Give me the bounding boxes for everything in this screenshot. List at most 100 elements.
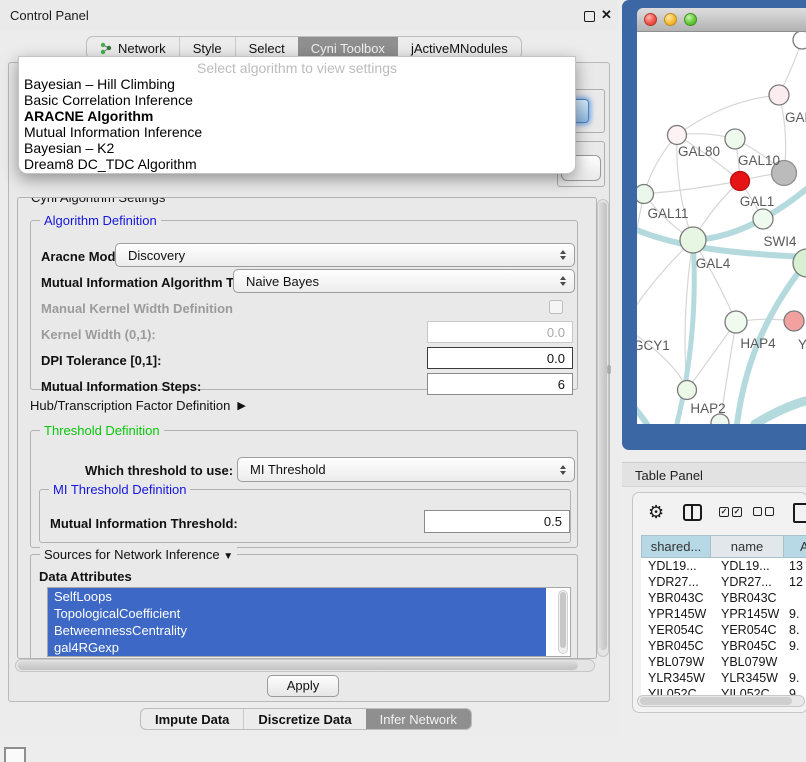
sources-group-title: Sources for Network Inference ▼	[40, 547, 237, 562]
column-header-name[interactable]: name	[711, 535, 784, 558]
dropdown-item[interactable]: Bayesian – Hill Climbing	[19, 76, 575, 92]
close-icon[interactable]: ✕	[601, 7, 612, 23]
control-panel-title: Control Panel	[10, 8, 89, 23]
network-node-selected-red[interactable]	[731, 172, 750, 191]
float-window-icon[interactable]	[584, 11, 595, 22]
gear-icon[interactable]: ⚙	[648, 502, 664, 523]
algorithm-definition-group: Algorithm Definition Aracne Mode: Discov…	[30, 220, 578, 390]
network-node-salmon[interactable]	[784, 311, 804, 331]
table-row[interactable]: YPR145WYPR145W9.	[641, 606, 806, 622]
manual-kernel-checkbox[interactable]	[549, 300, 563, 314]
column-header-shared-name[interactable]: shared...	[641, 535, 711, 558]
dpi-tolerance-field[interactable]: 0.0	[427, 347, 573, 369]
network-nodes	[637, 32, 806, 424]
tab-impute-data[interactable]: Impute Data	[141, 709, 243, 729]
network-graph: GAL80 GAL10 GAL1 GAL11 GAL4 SWI4 GCY1 HA…	[637, 32, 806, 424]
minimize-traffic-light-icon[interactable]	[664, 13, 677, 26]
dropdown-item-selected[interactable]: ARACNE Algorithm	[19, 108, 575, 124]
zoom-traffic-light-icon[interactable]	[684, 13, 697, 26]
mi-steps-field[interactable]: 6	[427, 373, 573, 395]
dropdown-item[interactable]: Mutual Information Inference	[19, 124, 575, 140]
aracne-mode-select[interactable]: Discovery	[115, 243, 575, 267]
sources-title-text: Sources for Network Inference	[44, 547, 220, 562]
split-pane-handle[interactable]	[607, 365, 611, 374]
cell-shared-name: YLR345W	[641, 670, 711, 686]
network-thick-edges	[637, 187, 806, 424]
kernel-width-field[interactable]: 0.0	[427, 321, 573, 343]
tab-infer-network[interactable]: Infer Network	[366, 709, 471, 729]
close-traffic-light-icon[interactable]	[644, 13, 657, 26]
mi-type-select[interactable]: Naive Bayes	[233, 269, 575, 293]
cell-shared-name: YDL19...	[641, 558, 711, 574]
which-threshold-select[interactable]: MI Threshold	[237, 457, 575, 482]
column-header-partial[interactable]: A	[784, 535, 806, 558]
network-node[interactable]	[793, 32, 806, 49]
table-row[interactable]: YBR045CYBR045C9.	[641, 638, 806, 654]
control-panel-window: Control Panel ✕ Network Style Select Cyn…	[0, 0, 618, 736]
deselect-all-columns-icon[interactable]	[753, 507, 774, 516]
checked-box-icon: ✓	[719, 507, 729, 517]
data-attributes-list[interactable]: SelfLoops TopologicalCoefficient Between…	[47, 587, 571, 657]
table-horizontal-scrollbar[interactable]	[637, 695, 805, 707]
mi-threshold-group: MI Threshold Definition Mutual Informati…	[39, 489, 571, 543]
table-row[interactable]: YDR27...YDR27...12	[641, 574, 806, 590]
mi-threshold-group-title: MI Threshold Definition	[49, 482, 190, 497]
list-item[interactable]: gal4RGexp	[48, 639, 546, 656]
cell-name: YPR145W	[711, 606, 784, 622]
dropdown-item[interactable]: Bayesian – K2	[19, 140, 575, 156]
aracne-mode-value: Discovery	[116, 248, 556, 263]
export-table-icon[interactable]	[793, 503, 806, 523]
network-node-hap2[interactable]	[678, 381, 697, 400]
network-canvas[interactable]: GAL80 GAL10 GAL1 GAL11 GAL4 SWI4 GCY1 HA…	[637, 32, 806, 424]
kernel-width-label: Kernel Width (0,1):	[41, 327, 156, 342]
tab-discretize-data[interactable]: Discretize Data	[243, 709, 365, 729]
select-all-columns-icon[interactable]: ✓ ✓	[719, 507, 742, 517]
attributes-scrollbar[interactable]	[558, 590, 568, 654]
cyni-algorithm-settings-group: Cyni Algorithm Settings Algorithm Defini…	[17, 197, 597, 659]
table-row[interactable]: YBR043CYBR043C	[641, 590, 806, 606]
list-item[interactable]: TopologicalCoefficient	[48, 605, 546, 622]
scrollbar-thumb[interactable]	[640, 697, 792, 705]
node-label: GAL10	[738, 153, 780, 168]
cell-value: 9.	[784, 638, 806, 654]
network-node-hap4[interactable]	[725, 311, 747, 333]
dropdown-item[interactable]: Dream8 DC_TDC Algorithm	[19, 156, 575, 172]
network-node-labels: GAL80 GAL10 GAL1 GAL11 GAL4 SWI4 GCY1 HA…	[637, 110, 806, 416]
cell-name: YBL079W	[711, 654, 784, 670]
node-label: HAP4	[740, 336, 776, 351]
chevron-down-icon[interactable]: ▼	[223, 551, 233, 562]
tab-label: Style	[193, 41, 222, 56]
table-panel-card: ⚙ ✓ ✓ shared... name A YDL19...YDL19...1…	[632, 492, 806, 713]
tab-label: Cyni Toolbox	[311, 41, 385, 56]
cell-shared-name: YBR045C	[641, 638, 711, 654]
scrollbar-thumb[interactable]	[599, 202, 607, 650]
settings-horizontal-scrollbar[interactable]	[15, 659, 595, 672]
apply-button[interactable]: Apply	[267, 675, 339, 697]
dropdown-item[interactable]: Basic Correlation Inference	[19, 92, 575, 108]
network-node-gal11[interactable]	[637, 185, 654, 204]
network-node-gal[interactable]	[769, 85, 789, 105]
cell-name: YLR345W	[711, 670, 784, 686]
network-node-gal4[interactable]	[680, 227, 706, 253]
table-row[interactable]: YBL079WYBL079W	[641, 654, 806, 670]
network-node-gal1[interactable]	[753, 209, 773, 229]
table-row[interactable]: YLR345WYLR345W9.	[641, 670, 806, 686]
threshold-definition-group: Threshold Definition Which threshold to …	[30, 430, 578, 548]
hub-definition-toggle[interactable]: Hub/Transcription Factor Definition ▶	[30, 398, 246, 413]
minimized-panel-icon[interactable]	[4, 747, 26, 762]
list-item[interactable]: SelfLoops	[48, 588, 546, 605]
list-item[interactable]: BetweennessCentrality	[48, 622, 546, 639]
table-row[interactable]: YDL19...YDL19...13	[641, 558, 806, 574]
split-columns-icon[interactable]	[683, 504, 702, 521]
settings-group-title: Cyni Algorithm Settings	[27, 197, 169, 205]
cell-shared-name: YBL079W	[641, 654, 711, 670]
mi-threshold-field[interactable]: 0.5	[424, 510, 570, 533]
table-toolbar: ⚙ ✓ ✓	[633, 501, 806, 527]
network-node-gal10[interactable]	[725, 129, 745, 149]
scrollbar-thumb[interactable]	[560, 592, 566, 648]
table-row[interactable]: YER054CYER054C8.	[641, 622, 806, 638]
settings-vertical-scrollbar[interactable]	[597, 199, 609, 657]
scrollbar-thumb[interactable]	[18, 661, 578, 670]
network-node-gal80[interactable]	[668, 126, 687, 145]
cell-value: 9.	[784, 670, 806, 686]
